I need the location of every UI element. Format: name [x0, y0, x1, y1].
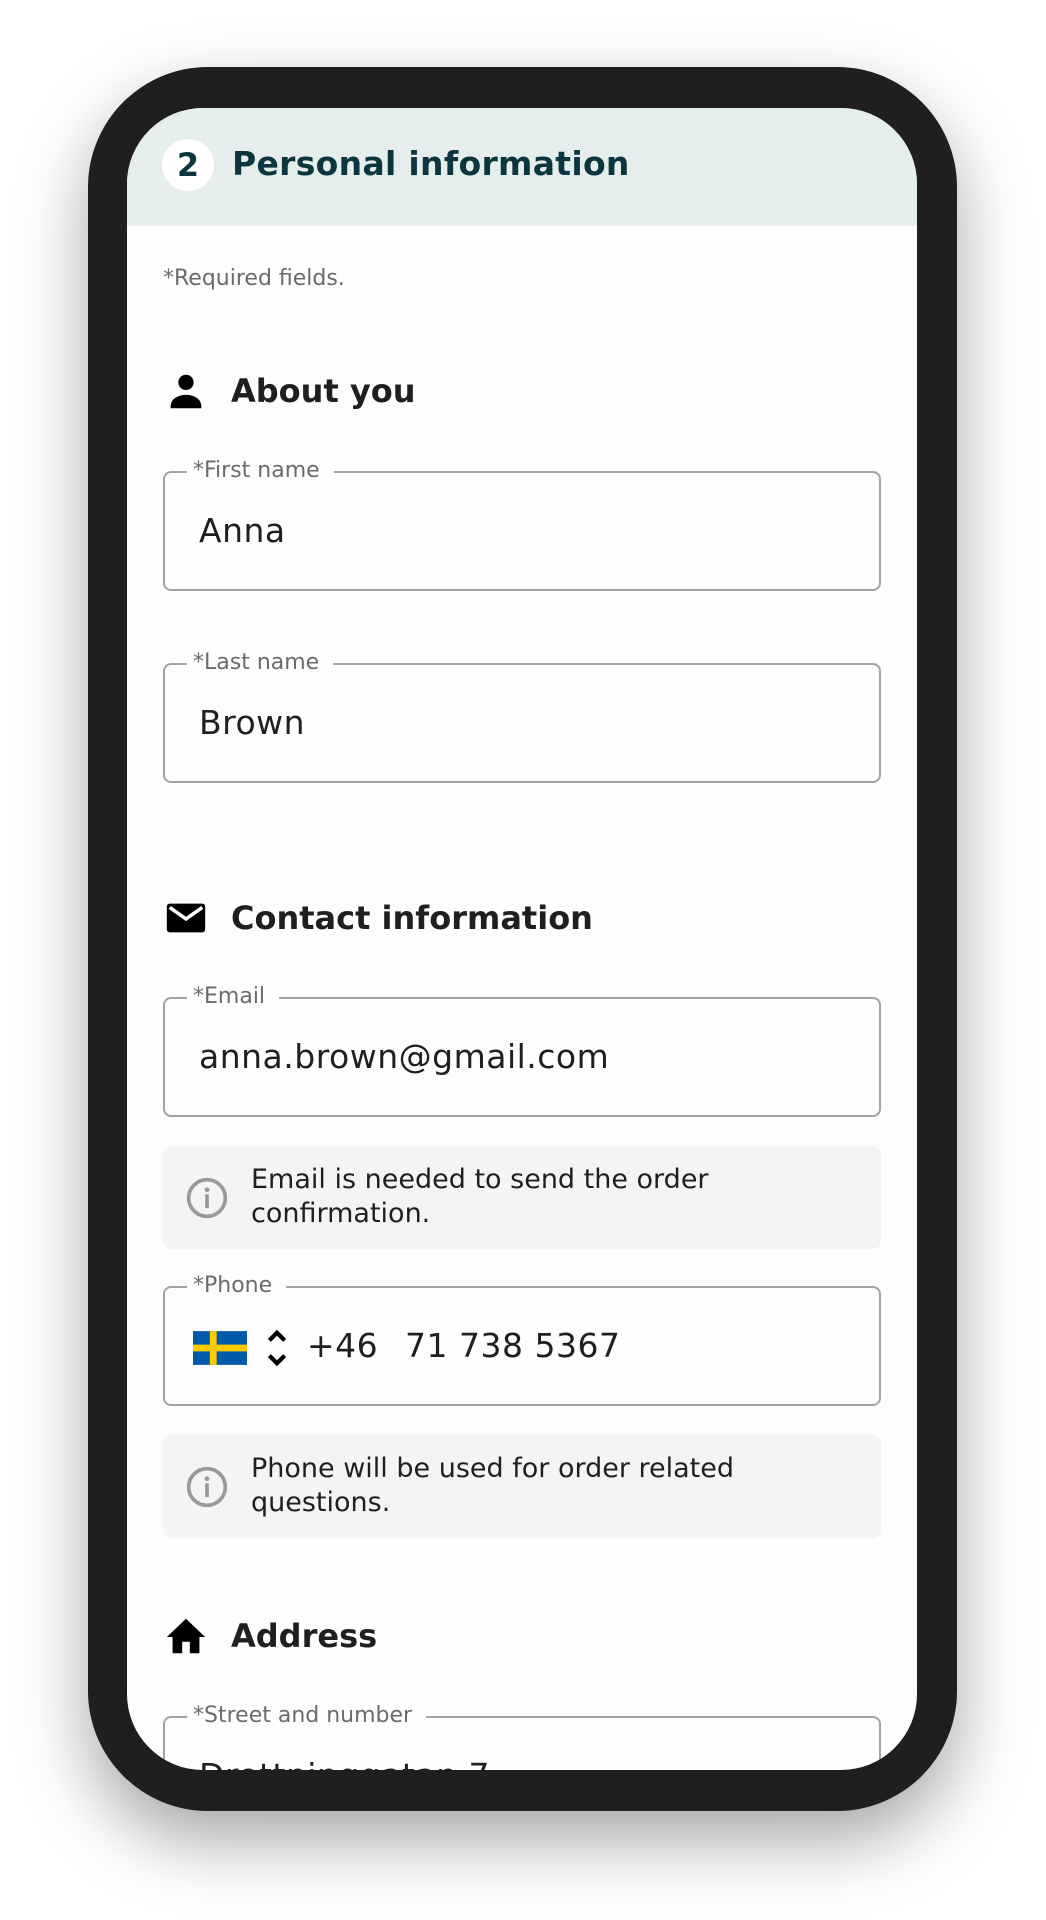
first-name-field[interactable]: *First name Anna — [163, 456, 881, 591]
info-icon — [186, 1177, 228, 1219]
phone-hint: Phone will be used for order related que… — [163, 1435, 881, 1538]
section-contact-information: Contact information — [163, 893, 593, 943]
email-field[interactable]: *Email anna.brown@gmail.com — [163, 982, 881, 1117]
section-heading: About you — [231, 372, 416, 410]
country-code[interactable]: +46 — [307, 1326, 378, 1365]
last-name-field[interactable]: *Last name Brown — [163, 648, 881, 783]
last-name-input[interactable]: Brown — [199, 703, 305, 742]
home-icon — [166, 1618, 206, 1654]
street-input[interactable]: Drottninggatan 7 — [199, 1756, 490, 1770]
step-header: 2 Personal information — [127, 108, 917, 226]
section-address: Address — [163, 1611, 377, 1661]
field-label: *First name — [187, 456, 334, 486]
phone-field[interactable]: *Phone +46 71 738 5367 — [163, 1271, 881, 1406]
first-name-input[interactable]: Anna — [199, 511, 286, 550]
field-label: *Last name — [187, 648, 334, 678]
section-heading: Address — [231, 1617, 378, 1655]
country-select-chevrons-icon[interactable] — [265, 1327, 289, 1369]
mail-icon — [166, 903, 206, 933]
email-hint: Email is needed to send the order confir… — [163, 1146, 881, 1249]
hint-text: Phone will be used for order related que… — [251, 1453, 735, 1518]
hint-text: Email is needed to send the order confir… — [251, 1164, 709, 1229]
info-icon — [186, 1466, 228, 1508]
section-about-you: About you — [163, 366, 416, 416]
phone-input[interactable]: 71 738 5367 — [405, 1326, 620, 1365]
section-heading: Contact information — [231, 899, 593, 937]
field-label: *Street and number — [187, 1701, 427, 1731]
field-label: *Phone — [187, 1271, 287, 1301]
field-label: *Email — [187, 982, 280, 1012]
email-input[interactable]: anna.brown@gmail.com — [199, 1037, 609, 1076]
sweden-flag-icon[interactable] — [193, 1331, 247, 1365]
phone-screen: 2 Personal information *Required fields.… — [127, 108, 917, 1770]
street-field[interactable]: *Street and number Drottninggatan 7 — [163, 1701, 881, 1770]
person-icon — [170, 374, 202, 409]
page-title: Personal information — [232, 144, 630, 183]
step-number-badge: 2 — [162, 139, 214, 191]
required-fields-note: *Required fields. — [163, 266, 345, 291]
